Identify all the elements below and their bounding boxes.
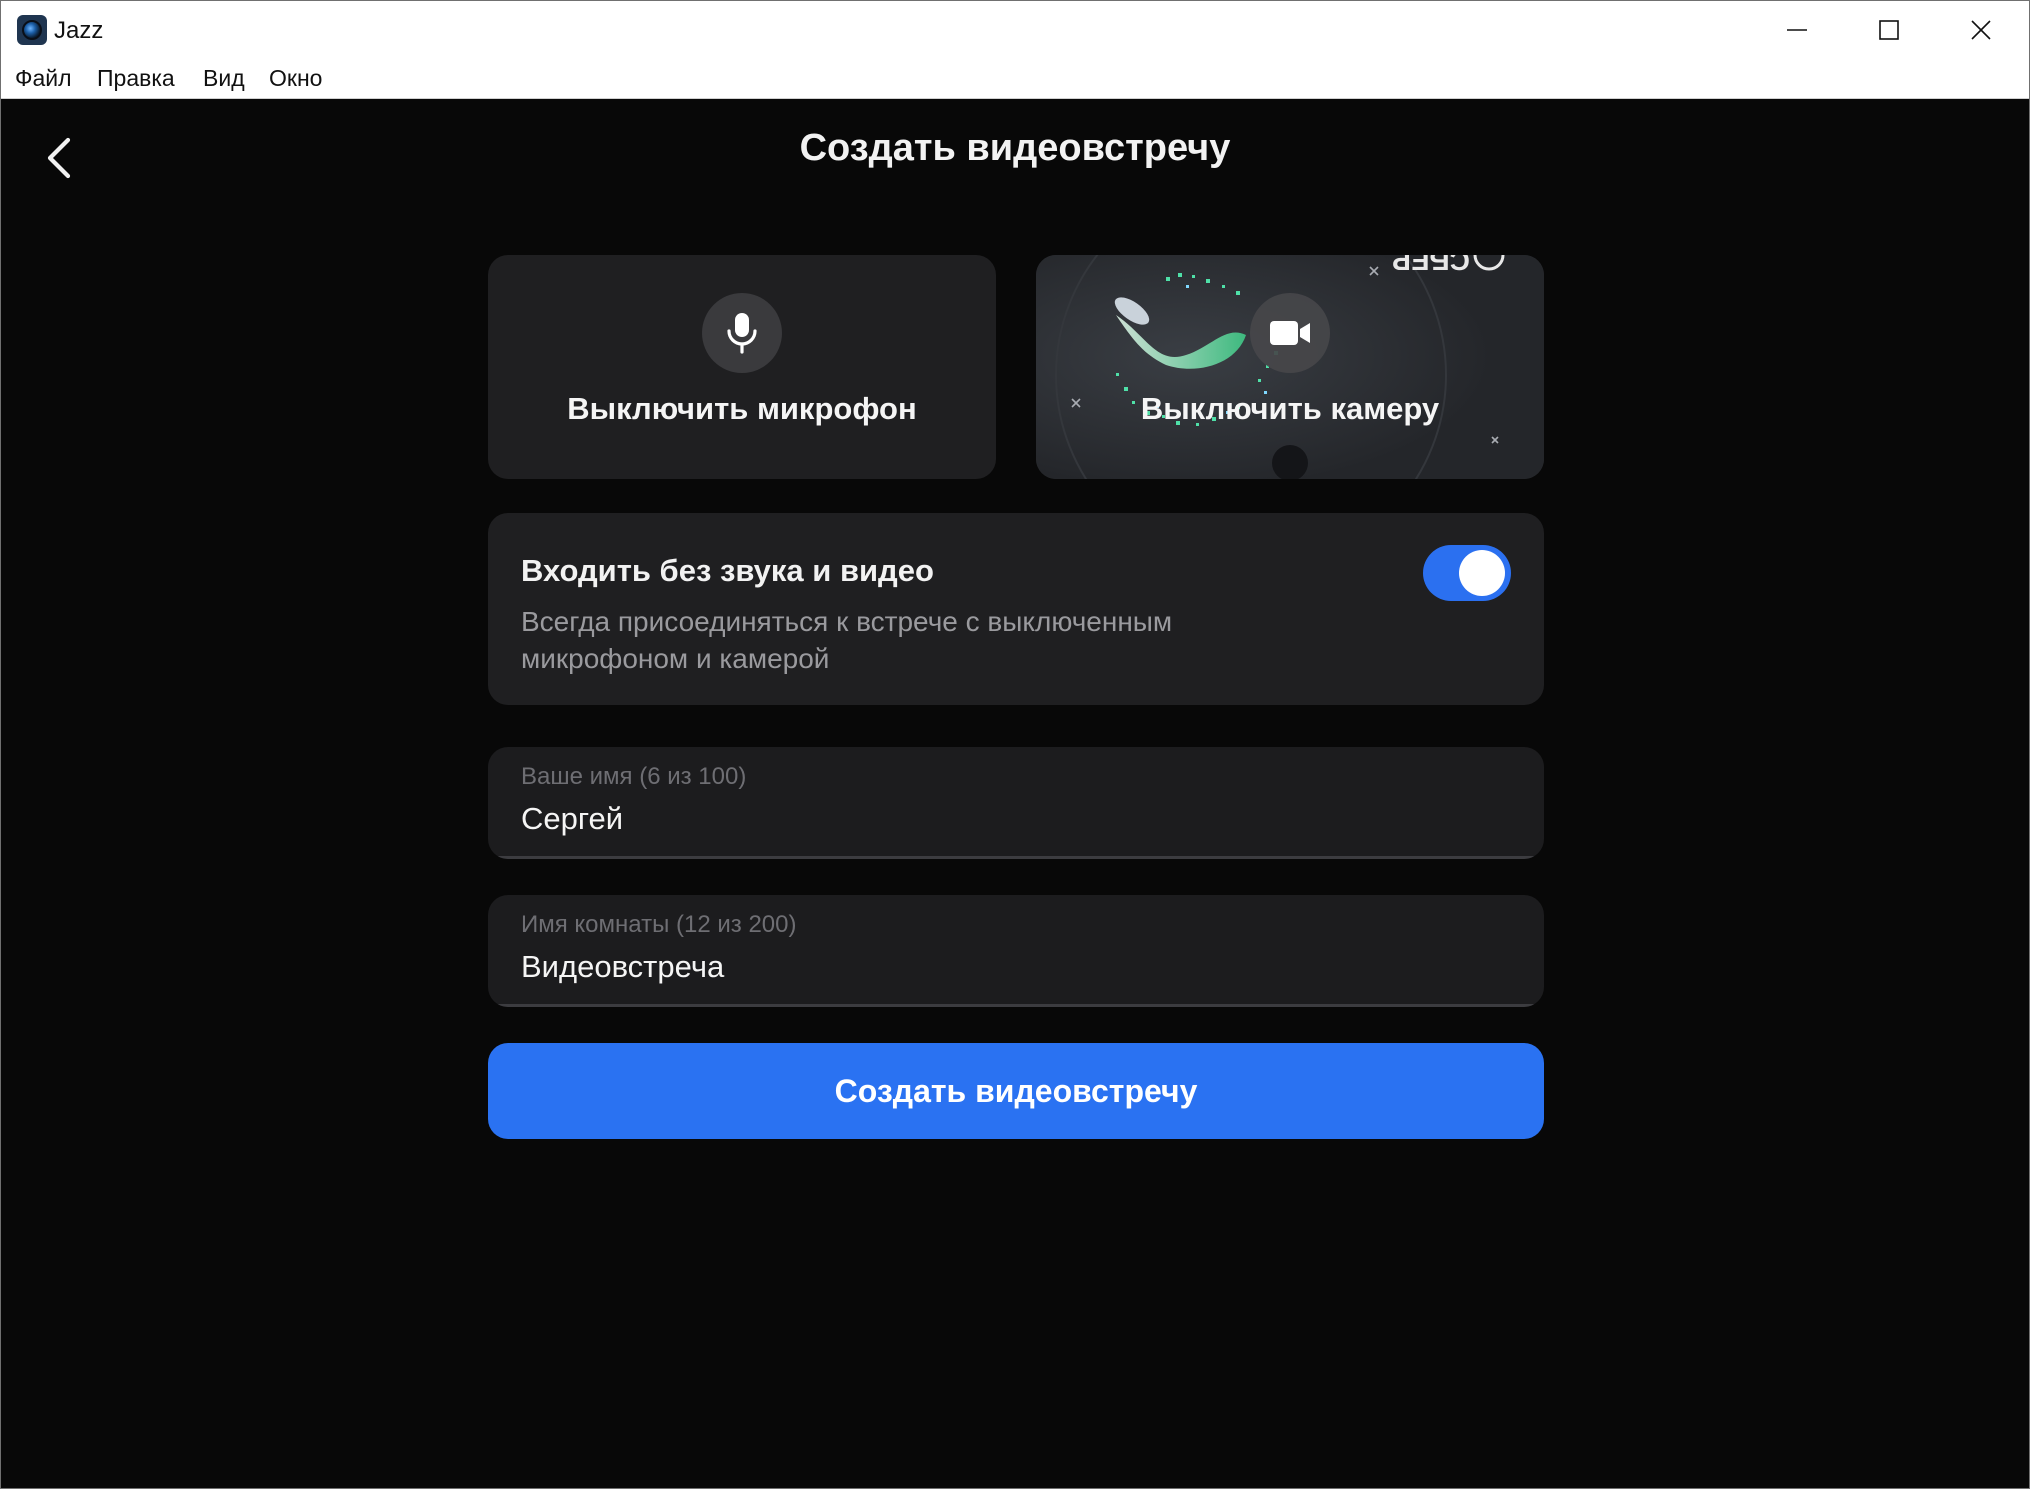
window-title: Jazz xyxy=(54,17,104,44)
toggle-knob xyxy=(1459,550,1505,596)
camera-button-label: Выключить камеру xyxy=(1140,391,1440,426)
maximize-icon xyxy=(1879,20,1899,40)
toggle-camera-button[interactable]: СБЕР Выключить камеру xyxy=(1036,255,1544,479)
create-meeting-button[interactable]: Создать видеовстречу xyxy=(488,1043,1544,1139)
silent-join-title: Входить без звука и видео xyxy=(521,553,934,588)
silent-join-description: Всегда присоединяться к встрече с выключ… xyxy=(521,606,1173,674)
minimize-icon xyxy=(1787,29,1807,31)
silent-join-setting: Входить без звука и видео Всегда присоед… xyxy=(488,513,1544,705)
page-title: Создать видеовстречу xyxy=(799,127,1231,169)
toggle-microphone-button[interactable]: Выключить микрофон xyxy=(488,255,996,479)
name-field-label: Ваше имя (6 из 100) xyxy=(521,763,747,790)
menu-window[interactable]: Окно xyxy=(269,65,322,92)
main-content: Создать видеовстречу Выключить микрофон xyxy=(1,99,2029,1488)
room-name-input[interactable] xyxy=(521,945,1501,989)
title-bar[interactable]: Jazz xyxy=(1,1,2029,59)
name-input[interactable] xyxy=(521,797,1501,841)
maximize-button[interactable] xyxy=(1843,1,1935,59)
room-name-field-label: Имя комнаты (12 из 200) xyxy=(521,911,797,938)
camera-preview-brand-text: СБЕР xyxy=(1392,255,1470,276)
video-camera-icon xyxy=(1250,293,1330,373)
name-field[interactable]: Ваше имя (6 из 100) xyxy=(488,747,1544,859)
microphone-icon xyxy=(702,293,782,373)
menu-file[interactable]: Файл xyxy=(15,65,72,92)
microphone-button-label: Выключить микрофон xyxy=(567,391,917,426)
minimize-button[interactable] xyxy=(1751,1,1843,59)
menu-edit[interactable]: Правка xyxy=(97,65,175,92)
jazz-logo-icon xyxy=(17,15,47,45)
menu-bar: Файл Правка Вид Окно xyxy=(1,59,2029,99)
menu-view[interactable]: Вид xyxy=(203,65,245,92)
silent-join-toggle[interactable] xyxy=(1423,545,1511,601)
room-name-field[interactable]: Имя комнаты (12 из 200) xyxy=(488,895,1544,1007)
close-icon xyxy=(1971,20,1991,40)
app-window: Jazz Файл Правка Вид Окно Создать видеов… xyxy=(0,0,2030,1489)
close-button[interactable] xyxy=(1935,1,2027,59)
